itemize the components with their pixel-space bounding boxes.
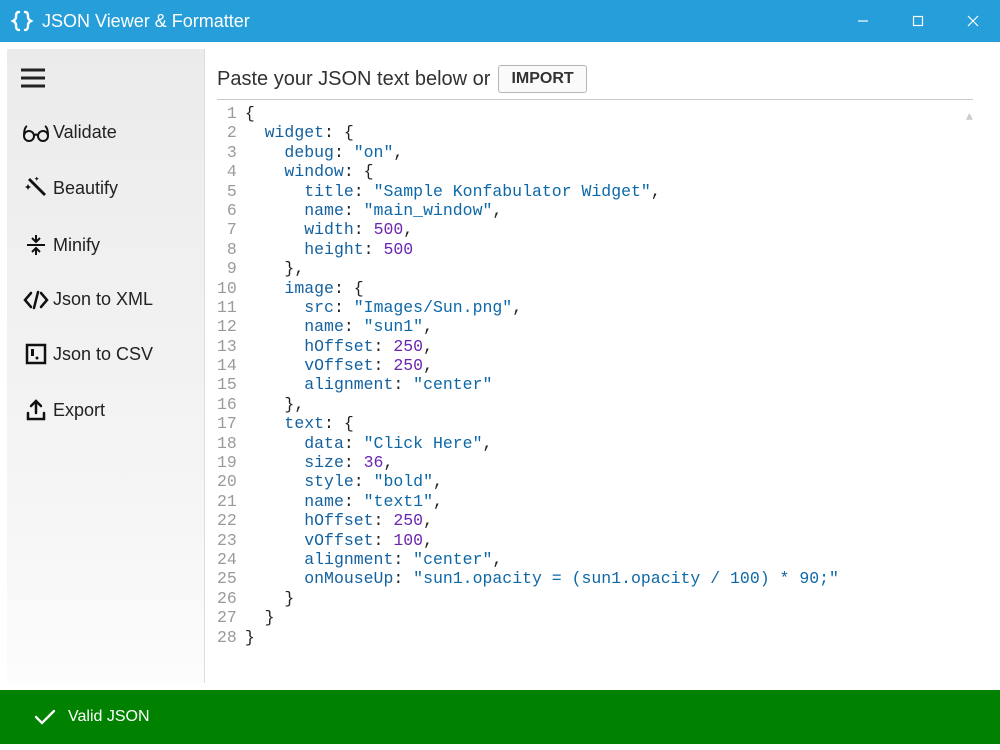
collapse-icon (19, 233, 53, 257)
maximize-button[interactable] (890, 0, 945, 42)
line-number-gutter: 1234567891011121314151617181920212223242… (217, 104, 245, 647)
main-panel: Paste your JSON text below or IMPORT 123… (205, 49, 993, 683)
csv-icon (19, 342, 53, 366)
titlebar: JSON Viewer & Formatter (0, 0, 1000, 42)
sidebar-item-validate[interactable]: Validate (7, 106, 204, 159)
sidebar-item-label: Validate (53, 122, 117, 143)
menu-toggle-button[interactable] (7, 61, 204, 106)
export-icon (19, 398, 53, 422)
json-editor[interactable]: 1234567891011121314151617181920212223242… (217, 104, 973, 647)
status-text: Valid JSON (68, 708, 150, 726)
window-title: JSON Viewer & Formatter (42, 11, 835, 32)
window-controls (835, 0, 1000, 42)
sidebar-item-label: Json to XML (53, 289, 153, 310)
instruction-row: Paste your JSON text below or IMPORT (217, 65, 973, 93)
sidebar-item-json-to-csv[interactable]: Json to CSV (7, 326, 204, 382)
sidebar-item-label: Json to CSV (53, 344, 153, 365)
glasses-icon (19, 123, 53, 143)
sidebar-item-beautify[interactable]: Beautify (7, 159, 204, 217)
sidebar-item-minify[interactable]: Minify (7, 217, 204, 273)
close-button[interactable] (945, 0, 1000, 42)
json-code-area[interactable]: { widget: { debug: "on", window: { title… (245, 104, 973, 647)
import-button[interactable]: IMPORT (498, 65, 586, 93)
scroll-up-arrow-icon[interactable]: ▲ (966, 108, 973, 127)
instruction-text: Paste your JSON text below or (217, 68, 490, 91)
sidebar-item-label: Minify (53, 235, 100, 256)
app-logo-icon (10, 9, 34, 33)
app-content: Validate Beautify Minify Json to XML Jso (6, 48, 994, 684)
sidebar-item-json-to-xml[interactable]: Json to XML (7, 273, 204, 326)
sidebar-item-label: Beautify (53, 178, 118, 199)
code-icon (19, 290, 53, 310)
sidebar-item-export[interactable]: Export (7, 382, 204, 438)
status-bar: Valid JSON (0, 690, 1000, 744)
sidebar: Validate Beautify Minify Json to XML Jso (7, 49, 205, 683)
sidebar-item-label: Export (53, 400, 105, 421)
wand-icon (19, 175, 53, 201)
checkmark-icon (34, 708, 56, 726)
minimize-button[interactable] (835, 0, 890, 42)
divider (217, 99, 973, 100)
